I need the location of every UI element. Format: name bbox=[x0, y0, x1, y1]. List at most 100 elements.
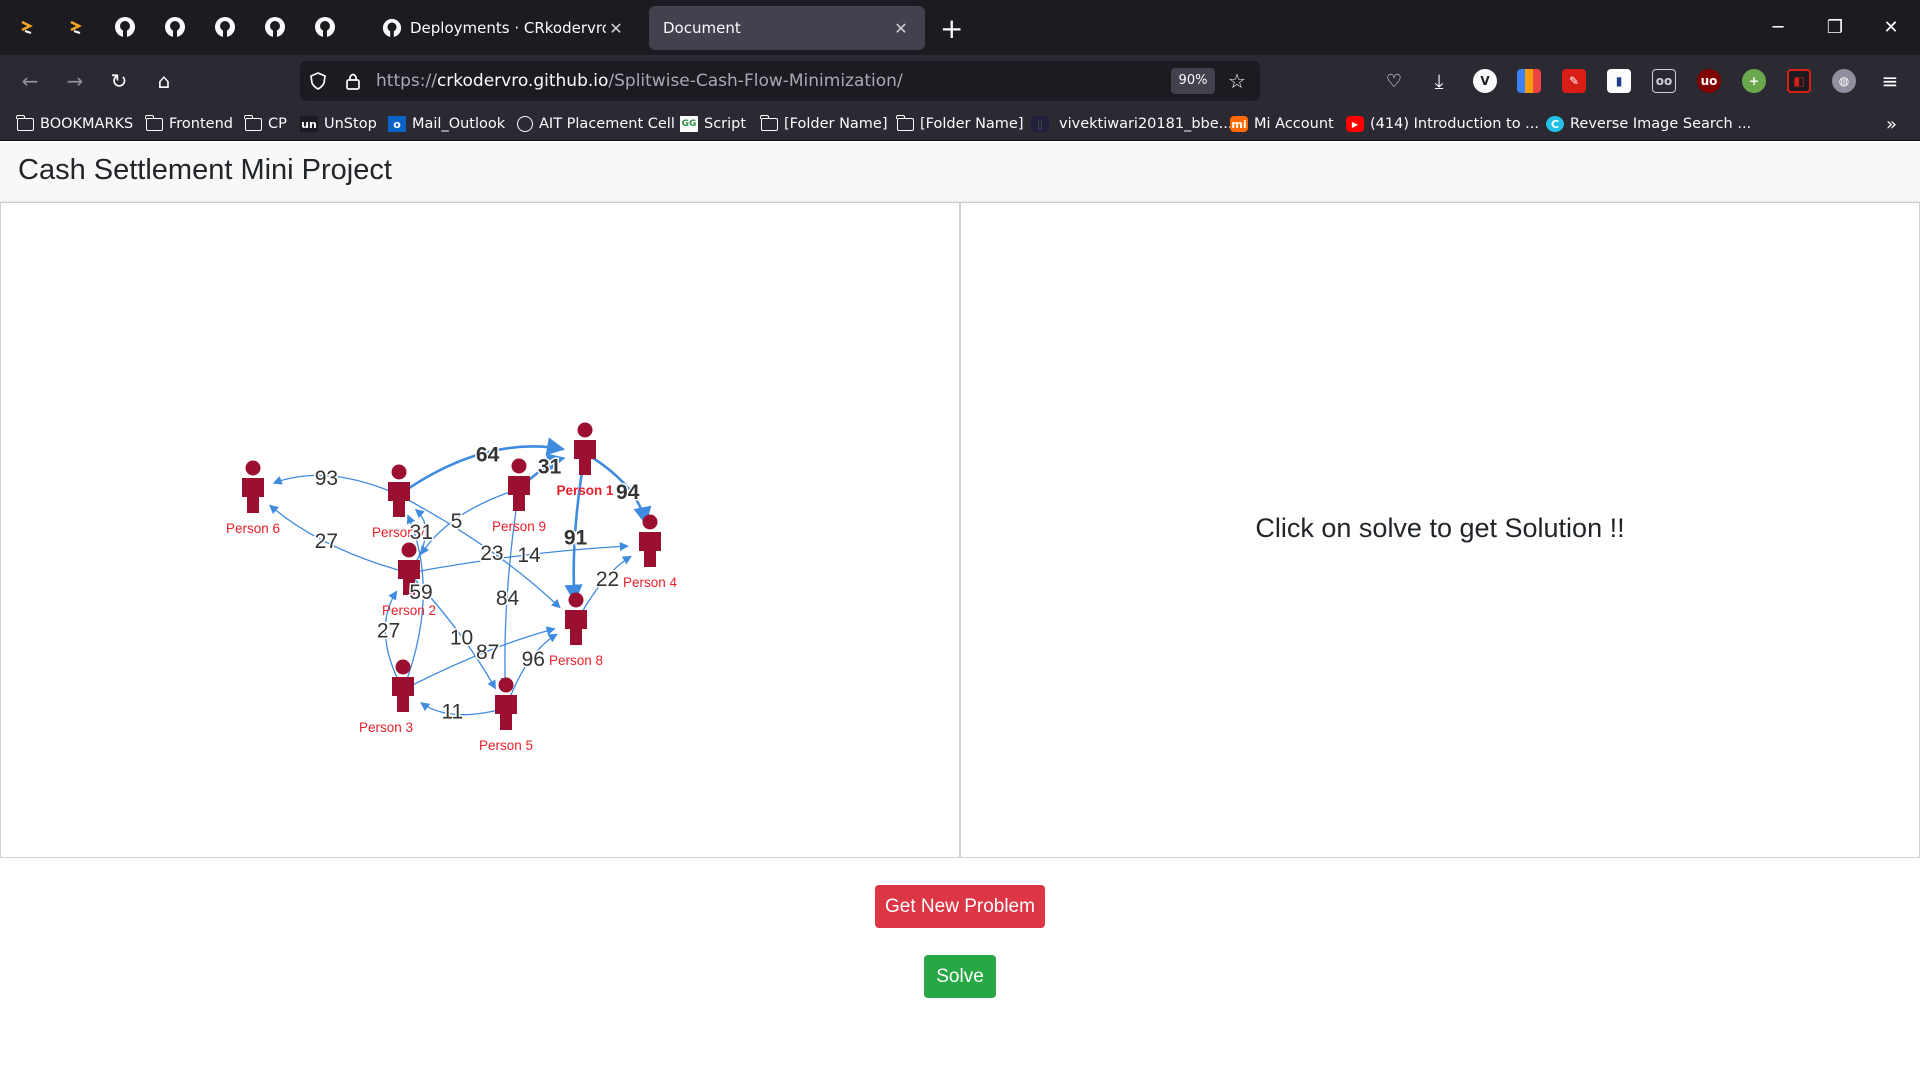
pinned-tab-github-icon[interactable] bbox=[162, 14, 188, 40]
menu-icon[interactable]: ≡ bbox=[1876, 67, 1904, 95]
bookmark-item[interactable]: GG Script bbox=[680, 113, 746, 135]
bookmark-item[interactable]: [Folder Name] bbox=[759, 113, 888, 135]
plus-extension-icon[interactable]: + bbox=[1742, 69, 1766, 93]
tab-document[interactable]: Document ✕ bbox=[649, 6, 925, 50]
tab-title: Deployments · CRkodervro/Splitwise bbox=[410, 19, 606, 37]
bookmark-item[interactable]: CP bbox=[243, 113, 287, 135]
new-tab-button[interactable]: + bbox=[940, 12, 963, 45]
debt-graph: Person 1 Person 2 Person 3 Person 4 Person 5… bbox=[226, 422, 678, 754]
page: Cash Settlement Mini Project Person 1 Per… bbox=[0, 142, 1920, 1080]
vivaldi-extension-icon[interactable]: V bbox=[1473, 69, 1497, 93]
pinned-tab-github-icon[interactable] bbox=[262, 14, 288, 40]
bookmark-item[interactable]: BOOKMARKS bbox=[15, 113, 133, 135]
pen-extension-icon[interactable]: ✎ bbox=[1562, 69, 1586, 93]
person-icon bbox=[245, 460, 261, 476]
person-node[interactable]: Person 8 bbox=[549, 592, 603, 669]
pinned-tab-sr-icon[interactable] bbox=[64, 14, 90, 40]
folder-icon bbox=[895, 114, 914, 132]
bookmark-item[interactable]: AIT Placement Cell bbox=[517, 113, 675, 135]
person-node[interactable]: Person 5 bbox=[479, 677, 533, 754]
person-icon bbox=[242, 478, 264, 513]
page-icon: ▯ bbox=[1031, 116, 1049, 132]
person-icon bbox=[495, 695, 517, 730]
debt-amount-label: 94 bbox=[616, 481, 640, 504]
bookmark-item[interactable]: ▶ (414) Introduction to ... bbox=[1346, 113, 1539, 135]
close-tab-icon[interactable]: ✕ bbox=[606, 19, 626, 38]
person-icon bbox=[388, 482, 410, 517]
red-square-extension-icon[interactable]: ◧ bbox=[1787, 69, 1811, 93]
pocket-icon[interactable]: ♡ bbox=[1380, 67, 1408, 95]
person-node[interactable]: Person 6 bbox=[226, 460, 280, 537]
chart-extension-icon[interactable] bbox=[1517, 69, 1541, 93]
solve-button[interactable]: Solve bbox=[924, 955, 996, 998]
debt-amount-label: 91 bbox=[564, 527, 588, 550]
person-label: Person 9 bbox=[492, 519, 546, 534]
pinned-tab-github-icon[interactable] bbox=[312, 14, 338, 40]
debt-amount-label: 87 bbox=[476, 641, 499, 664]
debt-amount-label: 84 bbox=[496, 587, 520, 610]
lock-icon[interactable] bbox=[344, 71, 362, 91]
debt-amount-label: 31 bbox=[538, 456, 562, 479]
tab-deployments[interactable]: Deployments · CRkodervro/Splitwise ✕ bbox=[368, 6, 640, 50]
debt-amount-label: 22 bbox=[596, 568, 619, 591]
bookmark-item[interactable]: C Reverse Image Search ... bbox=[1546, 113, 1751, 135]
bookmarks-bar: BOOKMARKS Frontend CP un UnStop o Mail_Out… bbox=[0, 107, 1920, 141]
reverse-search-icon: C bbox=[1546, 116, 1564, 132]
debt-amount-label: 96 bbox=[522, 648, 545, 671]
close-tab-icon[interactable]: ✕ bbox=[891, 19, 911, 38]
url-text[interactable]: https://crkodervro.github.io/Splitwise-C… bbox=[376, 71, 903, 91]
close-window-icon[interactable]: ✕ bbox=[1876, 14, 1906, 40]
person-label: Person 8 bbox=[549, 653, 603, 668]
bookmark-item[interactable]: un UnStop bbox=[300, 113, 377, 135]
debt-amount-label: 27 bbox=[315, 530, 338, 553]
debt-amount-label: 31 bbox=[410, 521, 433, 544]
flag-extension-icon[interactable]: ▮ bbox=[1607, 69, 1631, 93]
person-label: Person 1 bbox=[556, 483, 614, 498]
solution-panel: Click on solve to get Solution !! bbox=[960, 202, 1920, 858]
get-new-problem-button[interactable]: Get New Problem bbox=[875, 885, 1045, 928]
tab-title: Document bbox=[663, 19, 741, 37]
pinned-tab-github-icon[interactable] bbox=[212, 14, 238, 40]
bookmark-item[interactable]: o Mail_Outlook bbox=[388, 113, 505, 135]
person-icon bbox=[574, 440, 596, 475]
pinned-tab-github-icon[interactable] bbox=[112, 14, 138, 40]
reload-icon[interactable]: ↻ bbox=[105, 67, 133, 95]
forward-icon[interactable]: → bbox=[61, 67, 89, 95]
person-icon bbox=[511, 458, 527, 474]
debt-amount-label: 14 bbox=[517, 544, 541, 567]
ublock-icon[interactable]: uo bbox=[1697, 69, 1721, 93]
debt-amount-label: 10 bbox=[450, 627, 473, 650]
person-label: Person 3 bbox=[359, 720, 413, 735]
url-bar[interactable]: https://crkodervro.github.io/Splitwise-C… bbox=[300, 61, 1260, 101]
solution-placeholder: Click on solve to get Solution !! bbox=[1255, 513, 1625, 543]
home-icon[interactable]: ⌂ bbox=[150, 67, 178, 95]
back-icon[interactable]: ← bbox=[16, 67, 44, 95]
globe-extension-icon[interactable]: ◍ bbox=[1832, 69, 1856, 93]
bookmark-item[interactable]: mi Mi Account bbox=[1230, 113, 1334, 135]
minimize-icon[interactable]: ─ bbox=[1763, 14, 1793, 40]
person-icon bbox=[568, 592, 584, 608]
folder-icon bbox=[144, 114, 163, 132]
glasses-extension-icon[interactable]: oo bbox=[1652, 69, 1676, 93]
pinned-tab-sr-icon[interactable] bbox=[15, 14, 41, 40]
bookmark-item[interactable]: [Folder Name] bbox=[895, 113, 1024, 135]
person-icon bbox=[508, 476, 530, 511]
bookmark-star-icon[interactable]: ☆ bbox=[1228, 69, 1246, 93]
bookmark-item[interactable]: Frontend bbox=[144, 113, 233, 135]
bookmark-item[interactable]: ▯ vivektiwari20181_bbe... bbox=[1031, 113, 1233, 135]
person-node[interactable]: Person 1 bbox=[556, 422, 614, 499]
bookmarks-overflow-icon[interactable]: » bbox=[1886, 113, 1897, 135]
shield-icon[interactable] bbox=[308, 71, 328, 91]
download-icon[interactable]: ⤓ bbox=[1425, 67, 1453, 95]
mi-icon: mi bbox=[1230, 116, 1248, 132]
person-label: Person 6 bbox=[226, 521, 280, 536]
person-icon bbox=[391, 464, 407, 480]
zoom-level[interactable]: 90% bbox=[1171, 68, 1215, 94]
restore-icon[interactable]: ❐ bbox=[1820, 14, 1850, 40]
debt-amount-label: 59 bbox=[409, 581, 432, 604]
debt-amount-label: 27 bbox=[377, 620, 400, 643]
person-node[interactable]: Person 3 bbox=[359, 659, 414, 736]
navigation-bar: ← → ↻ ⌂ https://crkodervro.github.io/Spl… bbox=[0, 55, 1920, 107]
person-icon bbox=[577, 422, 593, 438]
person-node[interactable]: Person 4 bbox=[623, 514, 678, 591]
